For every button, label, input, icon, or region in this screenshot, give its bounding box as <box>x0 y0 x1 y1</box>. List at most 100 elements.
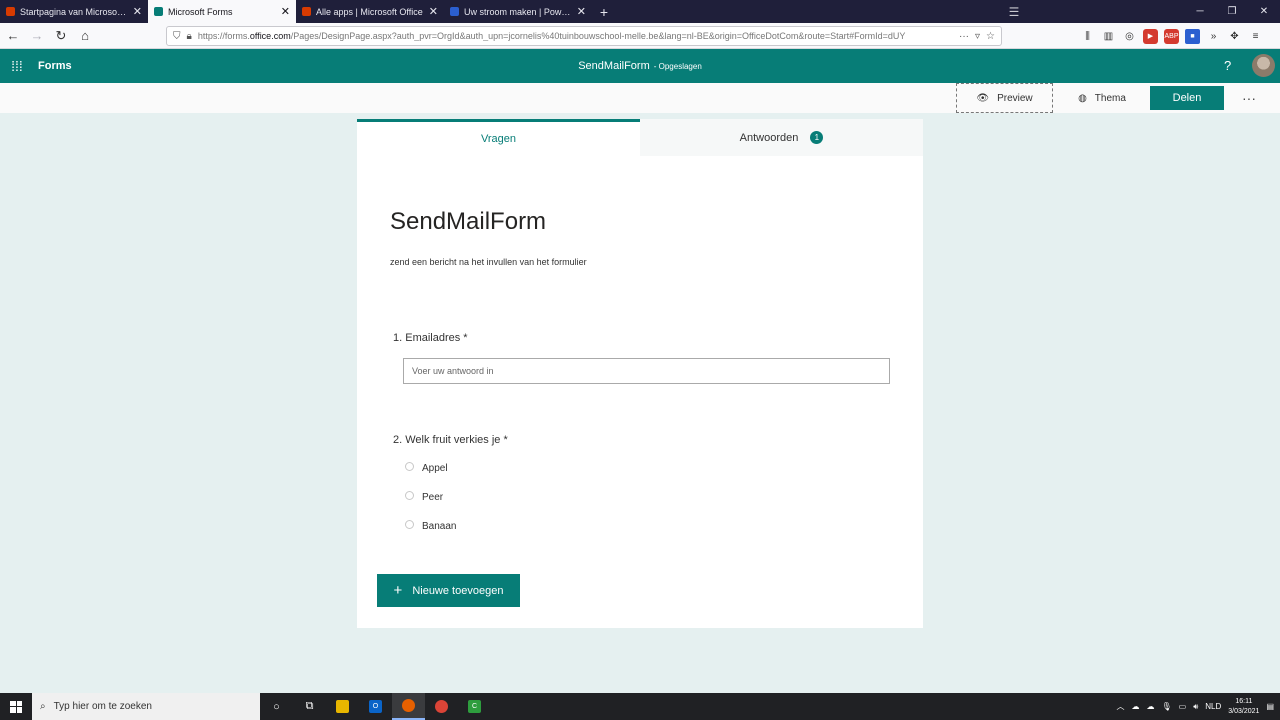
onedrive-icon[interactable]: ☁ <box>1132 702 1140 711</box>
add-new-question-button[interactable]: + Nieuwe toevoegen <box>377 574 520 607</box>
volume-icon[interactable]: 🔊︎ <box>1193 702 1198 712</box>
account-icon[interactable]: ◎ <box>1122 29 1137 44</box>
bookmark-star-icon[interactable]: ☆ <box>986 31 995 42</box>
radio-button[interactable] <box>405 491 414 500</box>
avatar[interactable] <box>1252 54 1275 77</box>
form-doc-title: SendMailForm <box>578 60 650 72</box>
reload-icon[interactable]: ↻ <box>50 25 72 47</box>
response-count-badge: 1 <box>810 131 824 144</box>
page-actions-icon[interactable]: ··· <box>959 31 969 42</box>
option-label: Appel <box>422 463 448 474</box>
option-label: Banaan <box>422 521 457 532</box>
app-name[interactable]: Forms <box>38 60 72 72</box>
task-view-icon[interactable]: ⧉ <box>293 693 326 720</box>
tab-questions[interactable]: Vragen <box>357 119 640 156</box>
tab-title: Alle apps | Microsoft Office <box>316 6 423 17</box>
clock-time: 16:11 <box>1235 697 1253 705</box>
extensions-puzzle-icon[interactable]: ✥ <box>1227 29 1242 44</box>
theme-button[interactable]: ◍ Thema <box>1062 83 1142 113</box>
tab-title: Uw stroom maken | Power Automate <box>464 6 572 17</box>
shield-icon[interactable]: ⛉ <box>173 31 181 42</box>
app-launcher-waffle-icon[interactable]: ⁞⁞⁞ <box>2 58 32 74</box>
document-title: SendMailForm - Opgeslagen <box>0 60 1280 72</box>
browser-tab-microsoft-forms[interactable]: Microsoft Forms ✕ <box>148 0 296 23</box>
camtasia-icon[interactable]: C <box>458 693 491 720</box>
form-description[interactable]: zend een bericht na het invullen van het… <box>390 257 587 267</box>
email-answer-input[interactable] <box>403 358 890 384</box>
windows-start-icon[interactable] <box>0 693 32 720</box>
address-bar[interactable]: ⛉ 🔒︎ https://forms.office.com/Pages/Desi… <box>166 26 1002 46</box>
tab-title: Microsoft Forms <box>168 6 233 17</box>
browser-tab-power-automate[interactable]: Uw stroom maken | Power Automate ✕ <box>444 0 592 23</box>
radio-button[interactable] <box>405 462 414 471</box>
option-banaan[interactable]: Banaan <box>405 520 457 532</box>
help-icon[interactable]: ? <box>1224 58 1231 73</box>
power-automate-favicon-icon <box>450 7 459 16</box>
taskbar-search-box[interactable]: ⌕ Typ hier om te zoeken <box>32 693 260 720</box>
browser-tab-strip: Startpagina van Microsoft Office ✕ Micro… <box>0 0 1280 23</box>
palette-icon: ◍ <box>1078 92 1087 104</box>
forms-favicon-icon <box>154 7 163 16</box>
close-icon[interactable]: ✕ <box>281 5 290 18</box>
eye-icon: 👁︎ <box>976 92 990 104</box>
url-text[interactable]: https://forms.office.com/Pages/DesignPag… <box>198 31 953 41</box>
pocket-icon[interactable]: ▿ <box>975 31 980 42</box>
browser-tab-all-apps[interactable]: Alle apps | Microsoft Office ✕ <box>296 0 444 23</box>
option-label: Peer <box>422 492 444 503</box>
browser-tab-office-start[interactable]: Startpagina van Microsoft Office ✕ <box>0 0 148 23</box>
cortana-icon[interactable]: ○ <box>260 693 293 720</box>
share-button[interactable]: Delen <box>1150 86 1224 110</box>
menu-icon[interactable]: ≡ <box>1248 29 1263 44</box>
adblock-icon[interactable]: ABP <box>1164 28 1179 44</box>
add-new-label: Nieuwe toevoegen <box>412 584 504 597</box>
more-options-icon[interactable]: ··· <box>1242 90 1256 106</box>
lock-icon[interactable]: 🔒︎ <box>187 31 192 42</box>
notifications-icon[interactable]: ▤ <box>1266 702 1274 711</box>
question-2-label: 2. Welk fruit verkies je * <box>393 434 508 446</box>
close-icon[interactable]: ✕ <box>429 5 438 18</box>
option-peer[interactable]: Peer <box>405 491 444 503</box>
minimize-icon[interactable]: ─ <box>1184 0 1216 23</box>
chrome-icon[interactable] <box>425 693 458 720</box>
plus-icon: + <box>393 582 403 599</box>
clock[interactable]: 16:11 3/03/2021 <box>1228 697 1259 717</box>
form-title[interactable]: SendMailForm <box>390 208 546 236</box>
network-icon[interactable]: ▭ <box>1179 702 1187 711</box>
preview-button[interactable]: 👁︎ Preview <box>956 83 1053 113</box>
microphone-icon[interactable]: 🎙︎ <box>1162 702 1172 711</box>
back-icon[interactable]: ← <box>2 25 24 47</box>
language-indicator[interactable]: NLD <box>1205 702 1221 711</box>
tray-chevron-icon[interactable]: ︿ <box>1117 701 1125 712</box>
save-status: - Opgeslagen <box>653 62 702 71</box>
office-favicon-icon <box>302 7 311 16</box>
video-extension-icon[interactable]: ▶ <box>1143 28 1158 44</box>
forms-app-header: ⁞⁞⁞ Forms SendMailForm - Opgeslagen ? <box>0 49 1280 83</box>
new-tab-button[interactable]: + <box>592 0 616 23</box>
sidebar-icon[interactable]: ▥ <box>1101 29 1116 44</box>
close-window-icon[interactable]: ✕ <box>1248 0 1280 23</box>
file-explorer-icon[interactable] <box>326 693 359 720</box>
form-tabs: Vragen Antwoorden 1 <box>357 119 923 156</box>
close-icon[interactable]: ✕ <box>133 5 142 18</box>
firefox-icon[interactable] <box>392 693 425 720</box>
browser-toolbar: ← → ↻ ⌂ ⛉ 🔒︎ https://forms.office.com/Pa… <box>0 23 1280 49</box>
tab-responses[interactable]: Antwoorden 1 <box>640 119 923 156</box>
form-card: Vragen Antwoorden 1 SendMailForm zend ee… <box>357 119 923 628</box>
restore-icon[interactable]: ❐ <box>1216 0 1248 23</box>
forward-icon[interactable]: → <box>26 25 48 47</box>
clock-date: 3/03/2021 <box>1228 707 1260 715</box>
preview-label: Preview <box>997 92 1033 104</box>
library-icon[interactable]: ⫼ <box>1080 29 1095 44</box>
extension-icon[interactable]: ■ <box>1185 28 1200 44</box>
radio-button[interactable] <box>405 520 414 529</box>
option-appel[interactable]: Appel <box>405 462 448 474</box>
outlook-icon[interactable]: O <box>359 693 392 720</box>
overflow-chevron-icon[interactable]: » <box>1206 29 1221 44</box>
close-icon[interactable]: ✕ <box>577 5 586 18</box>
home-icon[interactable]: ⌂ <box>74 25 96 47</box>
tab-title: Startpagina van Microsoft Office <box>20 6 128 17</box>
windows-taskbar: ⌕ Typ hier om te zoeken ○ ⧉ O C ︿ ☁ ☁ 🎙︎… <box>0 693 1280 720</box>
search-icon: ⌕ <box>40 701 46 712</box>
onedrive-business-icon[interactable]: ☁ <box>1147 702 1155 711</box>
tab-list-icon[interactable]: ☰ <box>994 0 1034 23</box>
